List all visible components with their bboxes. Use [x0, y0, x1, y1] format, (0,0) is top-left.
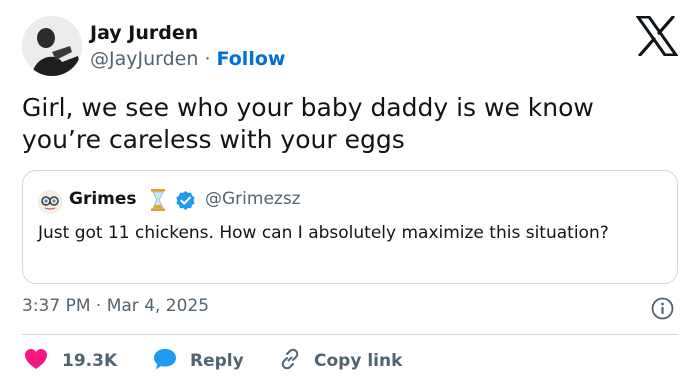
verified-badge-icon — [175, 190, 196, 211]
follow-button[interactable]: Follow — [217, 48, 286, 70]
quoted-name: Grimes — [69, 189, 137, 209]
author-handle[interactable]: @JayJurden — [90, 48, 198, 70]
tweet-card: Jay Jurden @JayJurden · Follow Girl, we … — [0, 0, 700, 388]
author-handle-row: @JayJurden · Follow — [90, 48, 285, 70]
author-name[interactable]: Jay Jurden — [90, 22, 198, 44]
info-icon[interactable] — [651, 297, 674, 320]
reply-label: Reply — [190, 351, 244, 371]
hourglass-icon — [150, 188, 166, 212]
heart-icon — [24, 348, 48, 374]
quoted-text: Just got 11 chickens. How can I absolute… — [38, 223, 609, 243]
x-logo-icon[interactable] — [635, 15, 679, 57]
quoted-avatar — [38, 190, 62, 214]
quoted-handle: @Grimezsz — [205, 189, 301, 209]
like-count: 19.3K — [62, 351, 118, 371]
link-icon — [278, 347, 302, 375]
divider — [22, 334, 678, 335]
reply-bubble-icon — [152, 347, 178, 375]
handle-separator: · — [204, 48, 211, 70]
reply-button[interactable]: Reply — [152, 346, 244, 376]
tweet-text: Girl, we see who your baby daddy is we k… — [22, 93, 594, 154]
copy-link-button[interactable]: Copy link — [278, 346, 402, 376]
copy-link-label: Copy link — [314, 351, 403, 371]
like-button[interactable]: 19.3K — [24, 346, 117, 376]
tweet-timestamp[interactable]: 3:37 PM · Mar 4, 2025 — [22, 296, 209, 316]
quoted-tweet[interactable]: Grimes @Grimezsz Just got 11 chickens. H… — [22, 170, 678, 284]
author-avatar[interactable] — [22, 16, 82, 76]
